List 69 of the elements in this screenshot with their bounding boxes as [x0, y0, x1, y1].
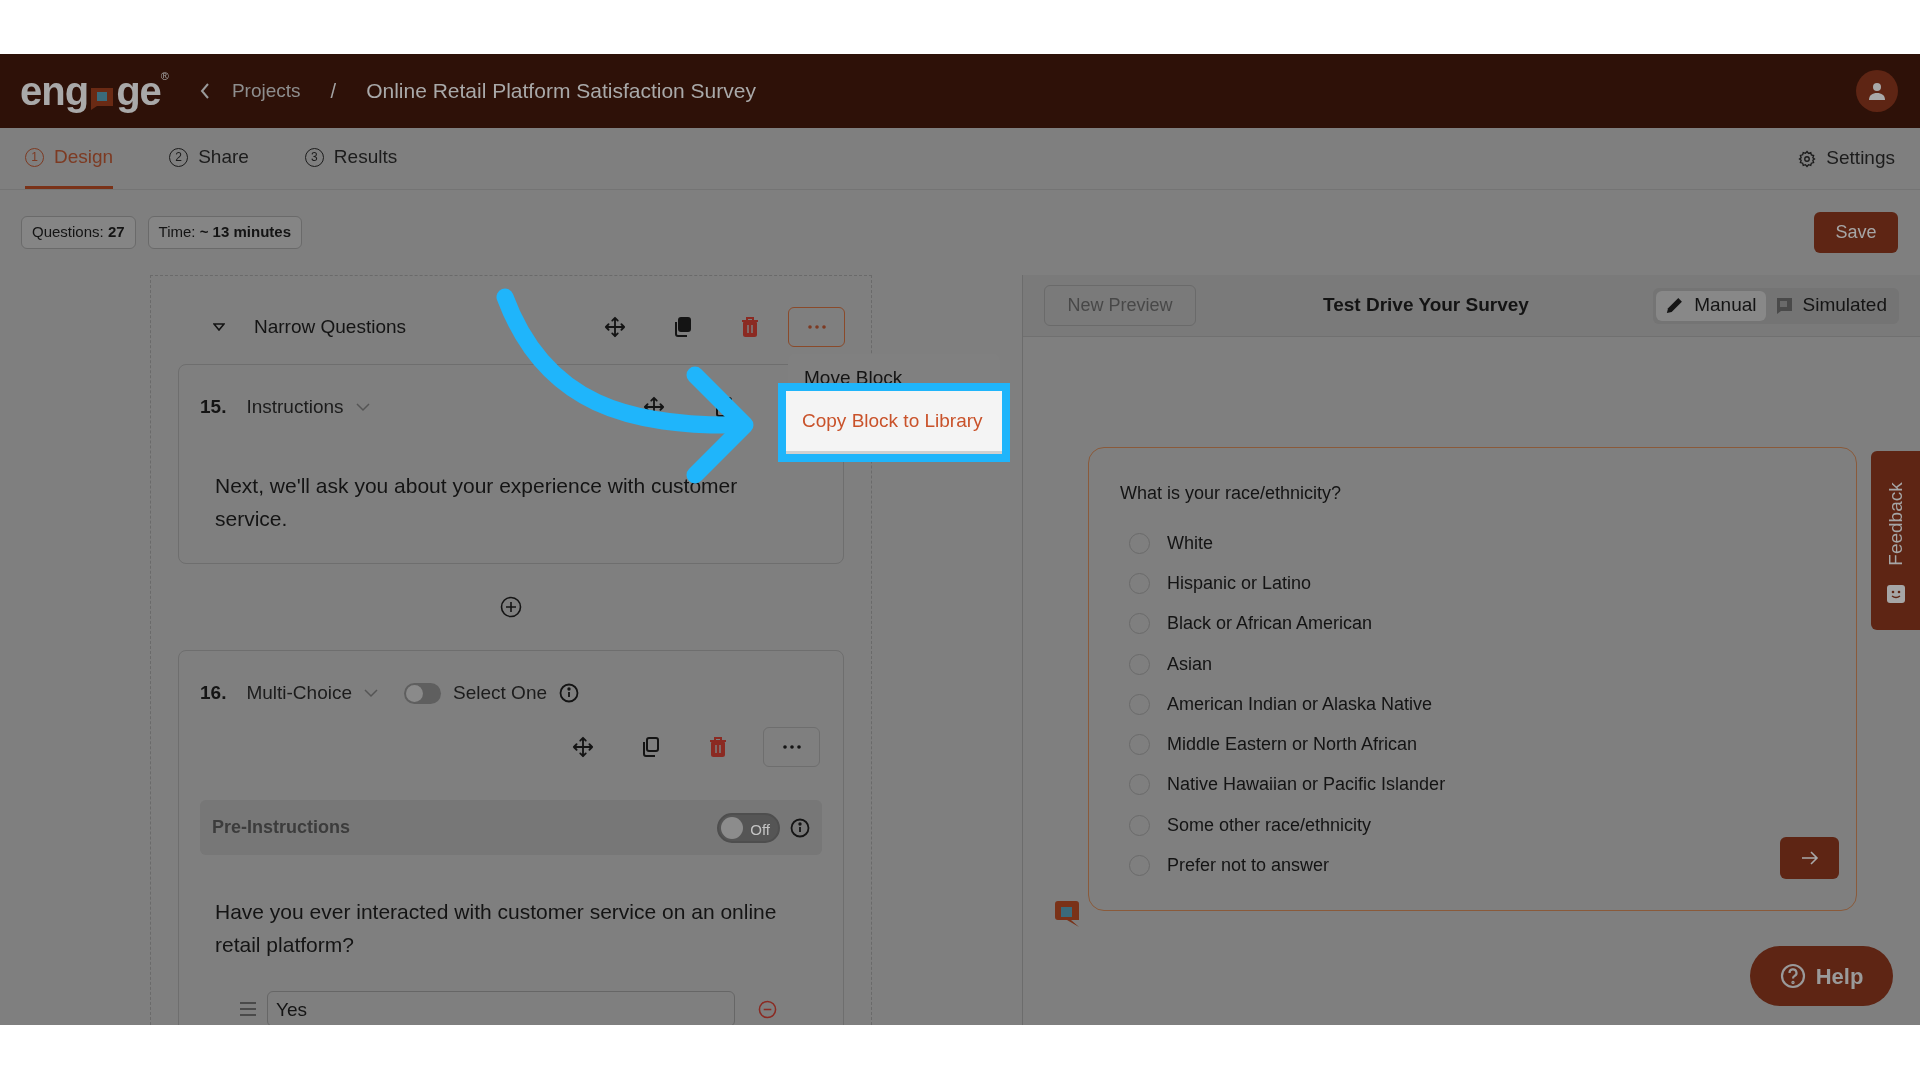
add-icon[interactable] [500, 596, 522, 618]
chat-widget-icon[interactable] [1053, 900, 1081, 928]
more-icon [782, 745, 801, 749]
chevron-icon[interactable] [355, 402, 370, 412]
info-badge: Time: ~ 13 minutes [147, 216, 302, 249]
option-label: American Indian or Alaska Native [1167, 692, 1433, 716]
question-type-dropdown[interactable]: Instructions [246, 392, 370, 422]
breadcrumb-separator: / [330, 79, 337, 104]
avatar-button[interactable] [1856, 70, 1898, 112]
feedback-tab[interactable]: Feedback [1871, 451, 1920, 630]
settings-button[interactable]: Settings [1798, 128, 1895, 189]
preview-title: Test Drive Your Survey [1323, 293, 1529, 318]
section-label: Pre-Instructions [212, 816, 351, 839]
instruction-text: Next, we'll ask you about your experience with customer service. [214, 473, 739, 532]
copy-icon[interactable] [714, 396, 734, 418]
option-label: Some other race/ethnicity [1167, 813, 1372, 837]
option-label: Native Hawaiian or Pacific Islander [1167, 773, 1446, 797]
save-button[interactable]: Save [1814, 212, 1898, 253]
pre-instructions-toggle[interactable]: Off [717, 812, 780, 843]
menu-item[interactable]: Copy Block to Library [786, 391, 1002, 454]
chevron-icon[interactable] [364, 688, 378, 698]
question-number: 15. [200, 394, 227, 419]
registered-mark: ® [160, 71, 168, 82]
chat-icon [1774, 296, 1793, 315]
logo-text: ge [116, 71, 161, 111]
collapse-caret-icon[interactable] [213, 323, 225, 331]
drag-handle-icon[interactable] [239, 1002, 257, 1016]
trash-icon[interactable] [740, 316, 760, 338]
step-tab[interactable]: 2 Share [169, 128, 249, 189]
toggle-label: Select One [453, 680, 547, 705]
settings-icon [1798, 149, 1817, 168]
option-label: Hispanic or Latino [1167, 571, 1312, 595]
more-button[interactable] [788, 307, 845, 347]
back-chevron-icon[interactable] [199, 83, 210, 99]
move-icon[interactable] [572, 736, 594, 758]
question-text: Have you ever interacted with customer service on an online retail platform? [214, 899, 778, 958]
question-type-dropdown[interactable]: Multi-Choice [246, 678, 378, 708]
mode-tab[interactable]: Manual [1656, 290, 1766, 321]
user-icon [1868, 82, 1886, 100]
more-button[interactable] [763, 727, 820, 767]
option-label: Prefer not to answer [1167, 854, 1330, 877]
pencil-icon [1665, 296, 1685, 315]
help-icon [1779, 963, 1806, 989]
breadcrumb-link[interactable]: Projects [231, 76, 301, 106]
arrow-right-icon [1800, 851, 1819, 865]
step-tab[interactable]: 3 Results [304, 128, 398, 189]
block-title: Narrow Questions [254, 314, 407, 339]
copy-icon[interactable] [673, 316, 693, 338]
move-icon[interactable] [604, 316, 626, 338]
remove-icon[interactable] [758, 999, 777, 1019]
mode-tab[interactable]: Simulated [1765, 290, 1896, 321]
info-icon[interactable] [559, 683, 579, 703]
survey-question: What is your race/ethnicity? [1120, 482, 1343, 504]
option-label: Middle Eastern or North African [1167, 733, 1418, 757]
option-label: White [1167, 531, 1213, 555]
trash-icon[interactable] [708, 736, 728, 758]
info-badge: Questions: 27 [21, 216, 136, 249]
more-icon [807, 325, 826, 329]
logo-text: eng [20, 71, 89, 111]
smiley-icon [1885, 583, 1906, 604]
copy-icon[interactable] [641, 736, 661, 758]
question-number: 16. [200, 680, 227, 705]
next-button[interactable] [1780, 837, 1839, 879]
option-label: Black or African American [1167, 612, 1373, 636]
help-button[interactable]: Help [1750, 946, 1893, 1006]
option-label: Asian [1167, 652, 1213, 676]
select-one-toggle[interactable] [404, 682, 441, 704]
info-icon[interactable] [790, 817, 810, 838]
survey-title: Online Retail Platform Satisfaction Survey [366, 78, 756, 105]
